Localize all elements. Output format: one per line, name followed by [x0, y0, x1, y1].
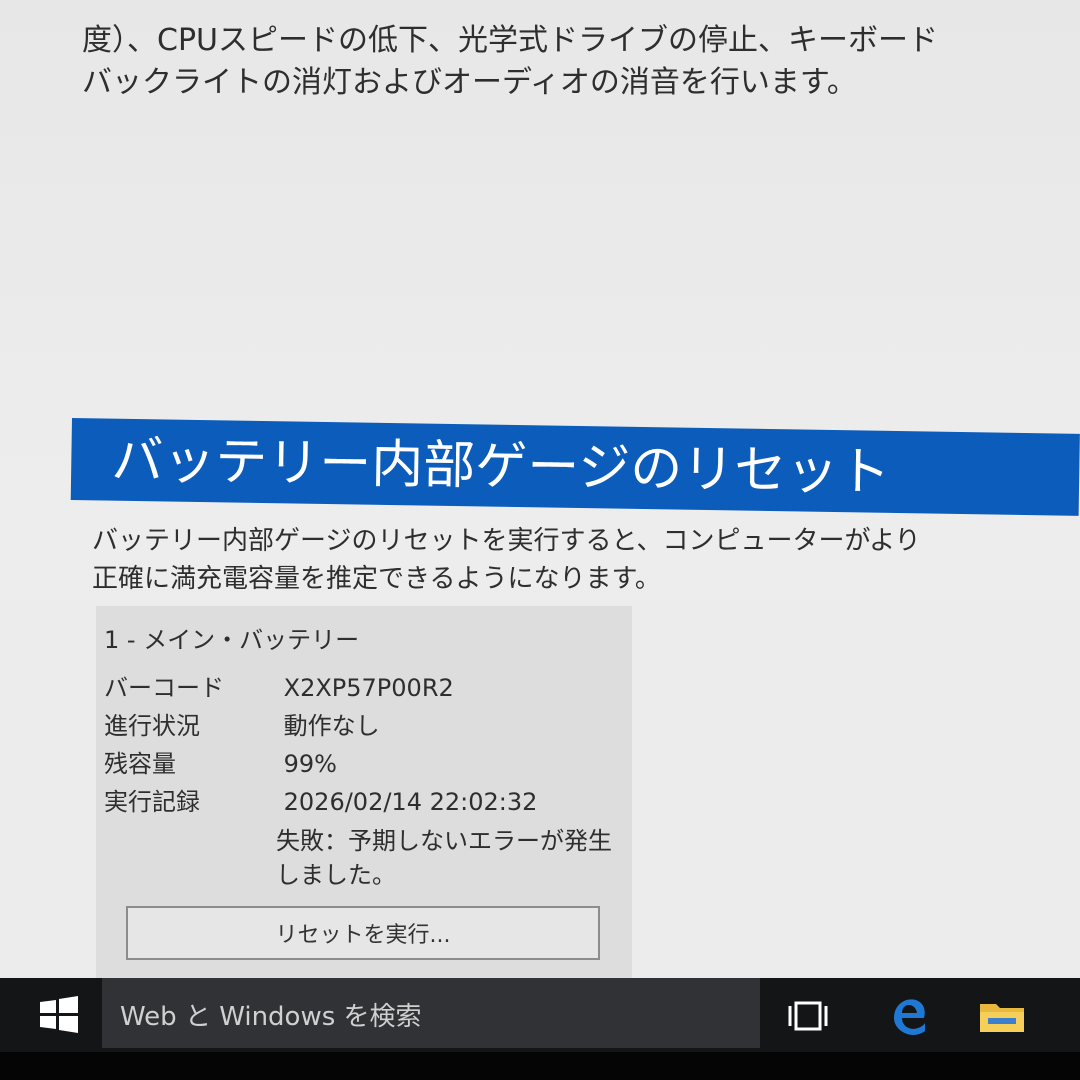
intro-line-1: 度）、CPUスピードの低下、光学式ドライブの停止、キーボード [82, 23, 938, 58]
description-line-1: バッテリー内部ゲージのリセットを実行すると、コンピューターがより [92, 526, 921, 556]
intro-text: . 度）、CPUスピードの低下、光学式ドライブの停止、キーボード バックライトの… [82, 0, 938, 104]
execution-log-label: 実行記録 [104, 788, 200, 816]
battery-card: 1 - メイン・バッテリー バーコード X2XP57P00R2 進行状況 動作な… [96, 606, 632, 986]
bottom-bezel [0, 1052, 1080, 1080]
description-line-2: 正確に満充電容量を推定できるようになります。 [92, 564, 661, 594]
progress-row: 進行状況 動作なし [104, 708, 380, 744]
error-message-line-2: しました。 [276, 861, 396, 889]
edge-icon[interactable] [880, 988, 936, 1044]
search-placeholder: Web と Windows を検索 [120, 1002, 422, 1032]
windows-start-icon[interactable] [28, 984, 88, 1044]
section-header: バッテリー内部ゲージのリセット [70, 418, 1080, 516]
file-explorer-icon[interactable] [974, 988, 1030, 1044]
settings-window: . 度）、CPUスピードの低下、光学式ドライブの停止、キーボード バックライトの… [0, 0, 1080, 1080]
error-message-line-1: 失敗：予期しないエラーが発生 [276, 827, 612, 855]
intro-line-2: バックライトの消灯およびオーディオの消音を行います。 [82, 65, 857, 100]
remaining-capacity-row: 残容量 99% [104, 746, 337, 782]
section-title: バッテリー内部ゲージのリセット [110, 430, 891, 503]
task-view-icon[interactable] [780, 988, 836, 1044]
search-input[interactable]: Web と Windows を検索 [102, 978, 760, 1048]
barcode-value: X2XP57P00R2 [283, 674, 454, 702]
remaining-capacity-label: 残容量 [104, 750, 176, 778]
execution-log-row: 実行記録 2026/02/14 22:02:32 [104, 784, 537, 820]
reset-button[interactable]: リセットを実行... [126, 906, 600, 960]
remaining-capacity-value: 99% [283, 750, 337, 778]
execution-log-value: 2026/02/14 22:02:32 [283, 788, 538, 816]
progress-value: 動作なし [283, 712, 380, 740]
progress-label: 進行状況 [104, 712, 200, 740]
barcode-label: バーコード [104, 674, 224, 702]
section-description: バッテリー内部ゲージのリセットを実行すると、コンピューターがより 正確に満充電容… [92, 522, 921, 598]
error-message: 失敗：予期しないエラーが発生 しました。 [276, 824, 616, 892]
barcode-row: バーコード X2XP57P00R2 [104, 670, 454, 706]
battery-title: 1 - メイン・バッテリー [104, 626, 360, 654]
